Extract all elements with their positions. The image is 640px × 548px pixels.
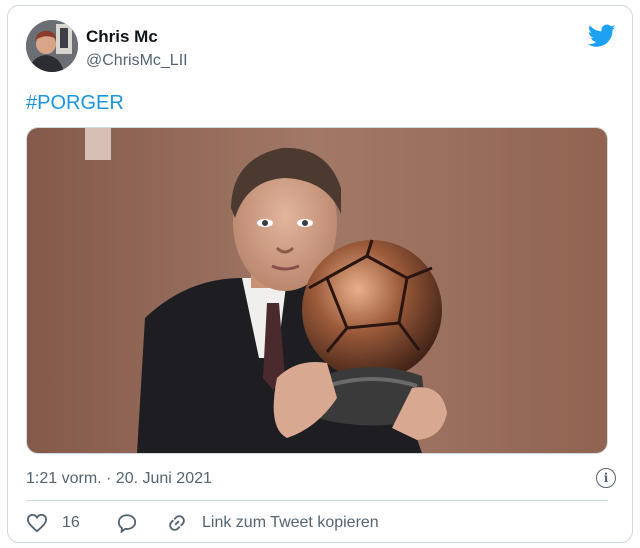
tweet-header: Chris Mc @ChrisMc_LII — [26, 18, 616, 78]
twitter-bird-icon[interactable] — [587, 24, 616, 48]
tweet-actions: 16 Link zum Tweet kopieren — [26, 510, 616, 536]
avatar[interactable] — [26, 20, 78, 72]
tweet-card[interactable]: Chris Mc @ChrisMc_LII #PORGER 1:21 vorm.… — [7, 5, 633, 543]
copy-link-button[interactable]: Link zum Tweet kopieren — [166, 510, 379, 536]
author-display-name[interactable]: Chris Mc — [86, 27, 158, 47]
avatar-image — [26, 20, 78, 72]
tweet-timestamp[interactable]: 1:21 vorm. · 20. Juni 2021 — [26, 470, 212, 488]
like-button[interactable]: 16 — [26, 510, 80, 536]
reply-button[interactable] — [116, 510, 138, 536]
copy-link-label: Link zum Tweet kopieren — [202, 514, 379, 531]
author-handle[interactable]: @ChrisMc_LII — [86, 52, 188, 70]
like-count: 16 — [62, 514, 80, 531]
photo-image — [27, 128, 607, 453]
heart-icon — [26, 513, 48, 533]
tweet-meta: 1:21 vorm. · 20. Juni 2021 i — [26, 468, 616, 490]
reply-icon — [117, 514, 137, 533]
hashtag-link[interactable]: #PORGER — [26, 92, 124, 115]
link-icon — [169, 515, 185, 531]
divider — [26, 500, 608, 501]
tweet-media-photo[interactable] — [26, 127, 608, 454]
info-icon[interactable]: i — [596, 468, 616, 488]
